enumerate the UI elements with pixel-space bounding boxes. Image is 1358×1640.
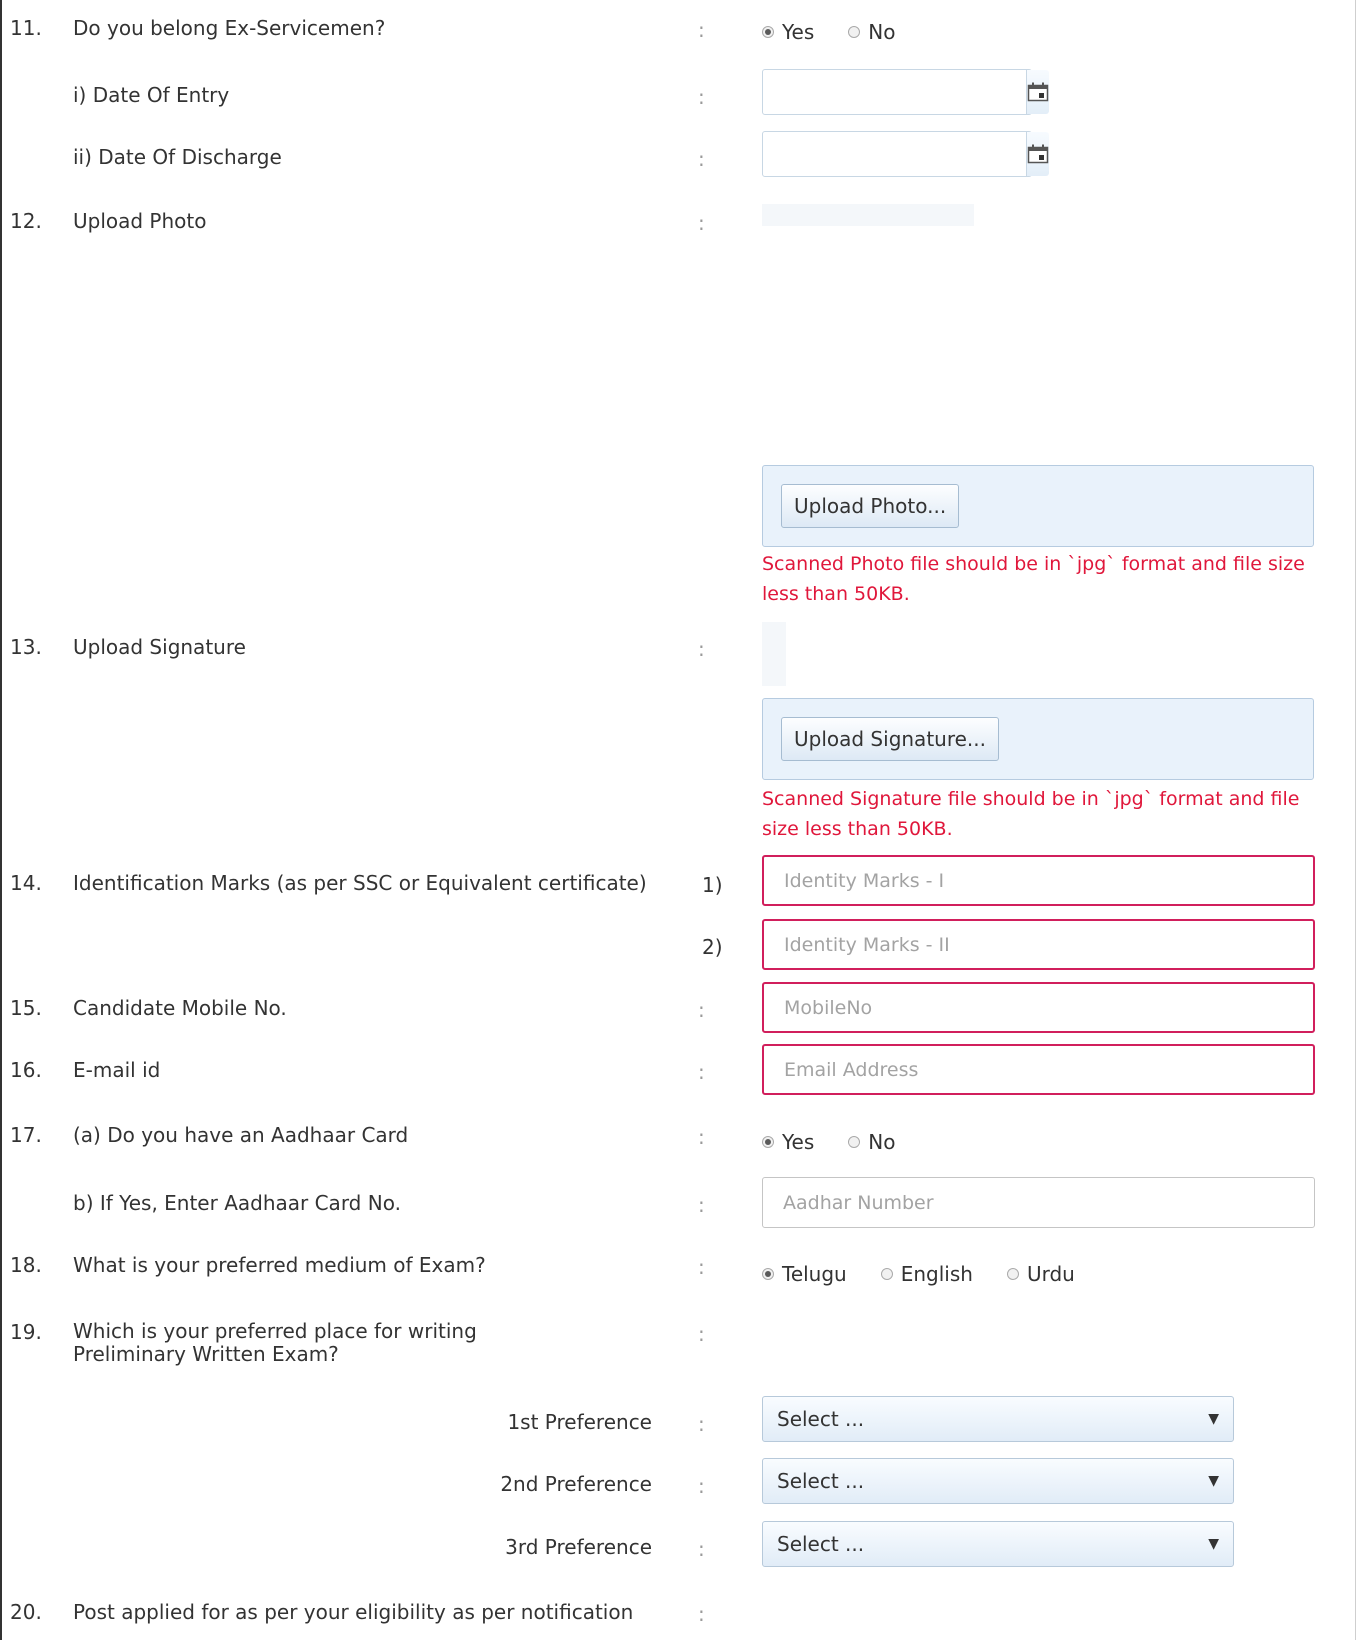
radio-label: Telugu	[782, 1262, 847, 1286]
aadhaar-yes-radio[interactable]: Yes	[762, 1130, 814, 1154]
question-number: 16.	[10, 1058, 42, 1082]
date-of-entry-label: i) Date Of Entry	[73, 83, 230, 107]
question-label: What is your preferred medium of Exam?	[73, 1253, 486, 1277]
aadhaar-no-radio[interactable]: No	[848, 1130, 896, 1154]
radio-checked-icon	[762, 1268, 774, 1280]
medium-telugu-radio[interactable]: Telugu	[762, 1262, 847, 1286]
signature-format-hint: Scanned Signature file should be in `jpg…	[762, 788, 1300, 840]
question-label: Do you belong Ex-Servicemen?	[73, 16, 386, 40]
question-number: 14.	[10, 871, 42, 895]
question-label: Upload Signature	[73, 635, 246, 659]
preference-2-label: 2nd Preference	[500, 1472, 652, 1496]
radio-unchecked-icon	[848, 1136, 861, 1148]
ex-servicemen-no-radio[interactable]: No	[848, 20, 896, 44]
radio-checked-icon	[762, 26, 774, 38]
colon-separator: :	[698, 1193, 705, 1217]
chevron-down-icon: ▼	[1208, 1536, 1219, 1552]
question-label: (a) Do you have an Aadhaar Card	[73, 1123, 409, 1147]
aadhaar-number-input[interactable]	[762, 1177, 1315, 1228]
radio-unchecked-icon	[880, 1268, 893, 1280]
signature-upload-area: Upload Signature...	[762, 698, 1314, 780]
date-of-discharge-label: ii) Date Of Discharge	[73, 145, 282, 169]
radio-unchecked-icon	[1006, 1268, 1019, 1280]
calendar-icon[interactable]	[1026, 132, 1049, 176]
question-label: Upload Photo	[73, 209, 207, 233]
ex-servicemen-radio-group: Yes No	[762, 20, 930, 44]
colon-separator: :	[698, 1474, 705, 1498]
colon-separator: :	[698, 1412, 705, 1436]
medium-english-radio[interactable]: English	[880, 1262, 973, 1286]
medium-urdu-radio[interactable]: Urdu	[1006, 1262, 1075, 1286]
preference-1-select[interactable]: Select ... ▼	[762, 1396, 1234, 1442]
colon-separator: :	[698, 1060, 705, 1084]
preference-3-select[interactable]: Select ... ▼	[762, 1521, 1234, 1567]
question-number: 18.	[10, 1253, 42, 1277]
upload-photo-button[interactable]: Upload Photo...	[781, 484, 960, 528]
radio-label: No	[868, 20, 896, 44]
colon-separator: :	[698, 1322, 705, 1346]
question-label: Which is your preferred place for writin…	[73, 1319, 477, 1366]
colon-separator: :	[698, 211, 705, 235]
radio-label: Yes	[782, 20, 815, 44]
question-number: 17.	[10, 1123, 42, 1147]
question-number: 15.	[10, 996, 42, 1020]
question-number: 19.	[10, 1320, 42, 1344]
colon-separator: :	[698, 18, 705, 42]
identity-mark-1-marker: 1)	[702, 873, 723, 897]
colon-separator: :	[698, 1125, 705, 1149]
colon-separator: :	[698, 1255, 705, 1279]
photo-format-hint: Scanned Photo file should be in `jpg` fo…	[762, 553, 1305, 605]
radio-label: Urdu	[1026, 1262, 1075, 1286]
radio-label: Yes	[782, 1130, 815, 1154]
signature-preview-placeholder	[762, 622, 786, 686]
aadhaar-number-label: b) If Yes, Enter Aadhaar Card No.	[73, 1191, 401, 1215]
colon-separator: :	[698, 85, 705, 109]
select-value: Select ...	[777, 1407, 865, 1431]
question-label: Post applied for as per your eligibility…	[73, 1600, 634, 1624]
upload-signature-button[interactable]: Upload Signature...	[781, 717, 999, 761]
radio-checked-icon	[762, 1136, 774, 1148]
chevron-down-icon: ▼	[1208, 1473, 1219, 1489]
colon-separator: :	[698, 1537, 705, 1561]
colon-separator: :	[698, 637, 705, 661]
photo-upload-area: Upload Photo...	[762, 465, 1314, 547]
exam-medium-radio-group: Telugu English Urdu	[762, 1262, 1109, 1286]
colon-separator: :	[698, 147, 705, 171]
question-label: Candidate Mobile No.	[73, 996, 287, 1020]
select-value: Select ...	[777, 1469, 865, 1493]
email-input[interactable]	[762, 1044, 1315, 1095]
photo-preview-placeholder	[762, 204, 974, 226]
date-of-entry-field	[762, 69, 1049, 115]
question-label: E-mail id	[73, 1058, 161, 1082]
radio-label: English	[900, 1262, 973, 1286]
chevron-down-icon: ▼	[1208, 1411, 1219, 1427]
radio-label: No	[868, 1130, 896, 1154]
colon-separator: :	[698, 1602, 705, 1626]
radio-unchecked-icon	[848, 26, 861, 38]
question-number: 11.	[10, 16, 42, 40]
date-of-discharge-field	[762, 131, 1049, 177]
question-number: 20.	[10, 1600, 42, 1624]
date-of-entry-input[interactable]	[763, 70, 1026, 114]
preference-1-label: 1st Preference	[507, 1410, 652, 1434]
question-number: 13.	[10, 635, 42, 659]
preference-3-label: 3rd Preference	[505, 1535, 652, 1559]
calendar-icon[interactable]	[1026, 70, 1049, 114]
mobile-number-input[interactable]	[762, 982, 1315, 1033]
identity-mark-2-marker: 2)	[702, 935, 723, 959]
identity-mark-2-input[interactable]	[762, 919, 1315, 970]
date-of-discharge-input[interactable]	[763, 132, 1026, 176]
question-number: 12.	[10, 209, 42, 233]
aadhaar-radio-group: Yes No	[762, 1130, 930, 1154]
colon-separator: :	[698, 998, 705, 1022]
identity-mark-1-input[interactable]	[762, 855, 1315, 906]
question-label: Identification Marks (as per SSC or Equi…	[73, 871, 647, 895]
ex-servicemen-yes-radio[interactable]: Yes	[762, 20, 814, 44]
preference-2-select[interactable]: Select ... ▼	[762, 1458, 1234, 1504]
select-value: Select ...	[777, 1532, 865, 1556]
